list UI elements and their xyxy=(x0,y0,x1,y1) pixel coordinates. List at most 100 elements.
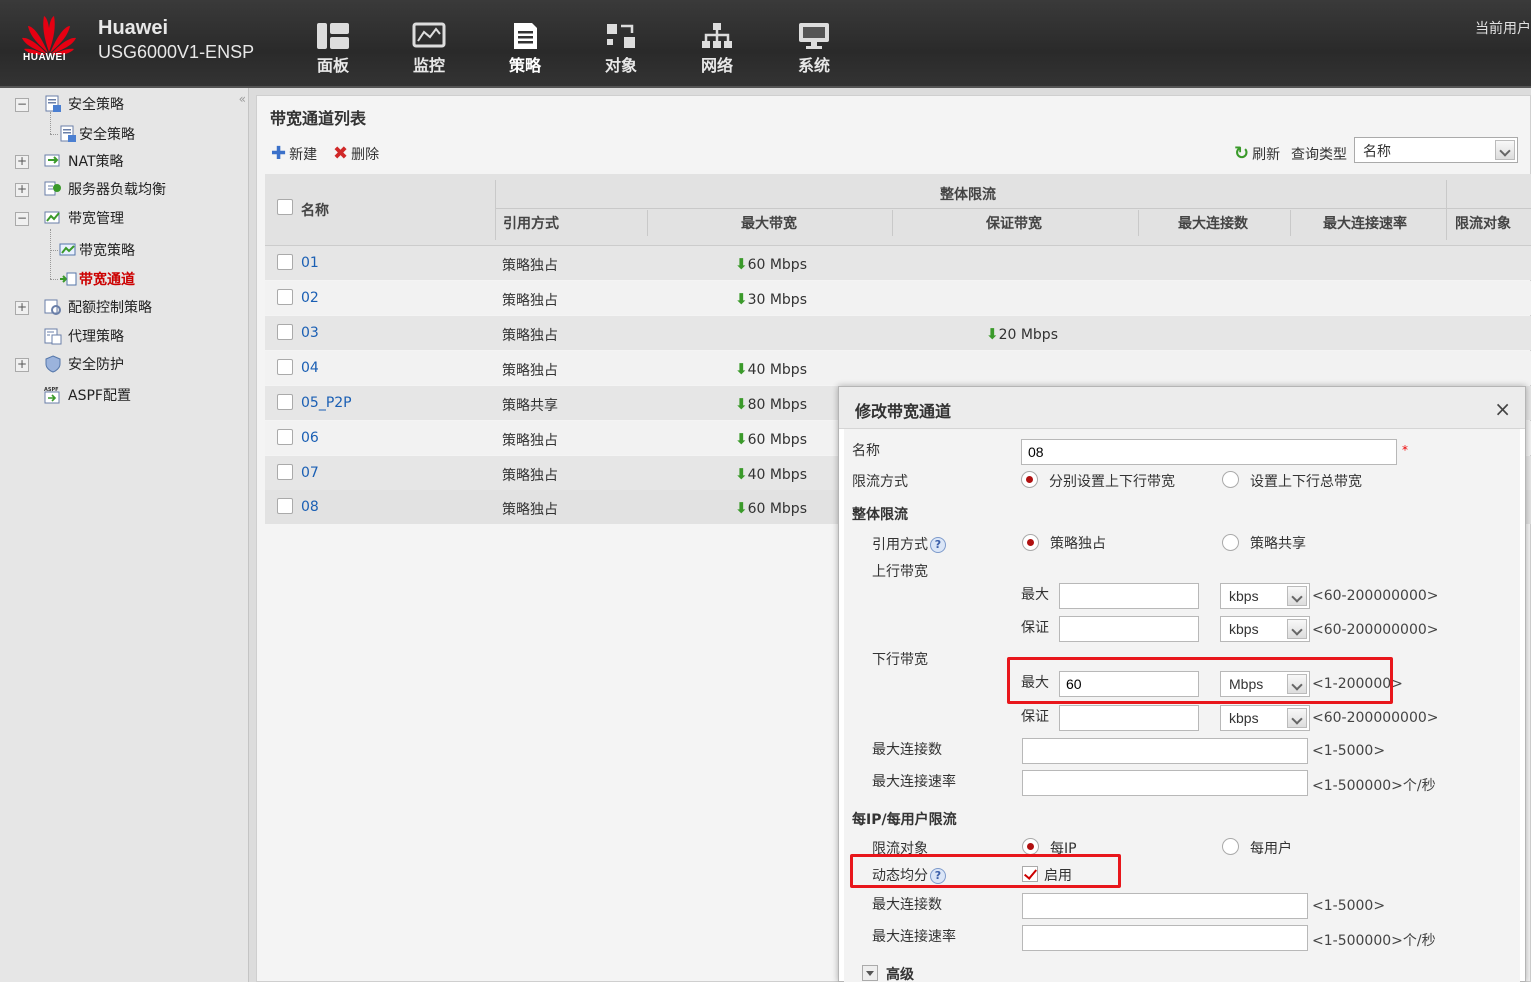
down-arrow-icon: ⬇ xyxy=(735,395,748,413)
nav-policy[interactable]: 策略 xyxy=(495,22,555,82)
table-row[interactable]: 02 策略独占 ⬇30 Mbps xyxy=(265,281,1531,315)
limit-mode-total-radio[interactable] xyxy=(1222,471,1239,488)
down-guar-label: 保证 xyxy=(1021,709,1049,725)
sidebar-item-bandwidth-channel[interactable]: 带宽通道 xyxy=(59,269,135,289)
channel-name-link[interactable]: 06 xyxy=(301,430,319,446)
channel-name-link[interactable]: 07 xyxy=(301,465,319,481)
sidebar-item-bandwidth-policy[interactable]: 带宽策略 xyxy=(59,240,135,260)
refresh-button[interactable]: ↻ 刷新 xyxy=(1234,144,1280,164)
select-all-checkbox[interactable] xyxy=(277,199,293,215)
limit-target-per-ip-radio[interactable] xyxy=(1022,838,1039,855)
nav-object[interactable]: 对象 xyxy=(591,22,651,82)
help-icon[interactable]: ? xyxy=(930,537,946,553)
advanced-toggle[interactable] xyxy=(862,965,878,981)
max-connections-input[interactable] xyxy=(1022,738,1308,764)
collapse-toggle[interactable]: − xyxy=(15,212,29,226)
nav-label: 网络 xyxy=(700,56,733,75)
row-checkbox[interactable] xyxy=(277,289,293,305)
object-icon xyxy=(607,24,635,48)
row-checkbox[interactable] xyxy=(277,429,293,445)
refresh-label: 刷新 xyxy=(1252,147,1281,163)
up-max-label: 最大 xyxy=(1021,587,1049,603)
col-limit-target[interactable]: 限流对象 xyxy=(1455,213,1511,233)
collapse-toggle[interactable]: − xyxy=(15,98,29,112)
down-guar-unit-select[interactable]: kbps xyxy=(1220,705,1310,731)
row-checkbox[interactable] xyxy=(277,394,293,410)
col-ref-mode[interactable]: 引用方式 xyxy=(503,213,559,233)
down-guar-input[interactable] xyxy=(1059,705,1199,731)
sidebar-item-bandwidth-management[interactable]: 带宽管理 xyxy=(44,208,124,228)
up-guar-input[interactable] xyxy=(1059,616,1199,642)
expand-toggle[interactable]: + xyxy=(15,358,29,372)
new-button[interactable]: ✚ 新建 xyxy=(271,144,317,164)
edit-bandwidth-channel-dialog: 修改带宽通道 × 名称 * 限流方式 分别设置上下行带宽 设置上下行总带宽 整体… xyxy=(838,386,1526,982)
col-name[interactable]: 名称 xyxy=(301,200,329,220)
close-icon[interactable]: × xyxy=(1494,397,1511,421)
sidebar-item-nat-policy[interactable]: NAT策略 xyxy=(44,151,124,171)
monitor-icon xyxy=(412,22,446,48)
limit-mode-label: 限流方式 xyxy=(852,474,908,490)
advanced-section-label[interactable]: 高级 xyxy=(886,964,914,982)
expand-toggle[interactable]: + xyxy=(15,183,29,197)
highlight-box-dynamic-share xyxy=(850,854,1121,888)
delete-button[interactable]: ✖ 删除 xyxy=(333,144,379,164)
up-max-input[interactable] xyxy=(1059,583,1199,609)
nav-system[interactable]: 系统 xyxy=(784,22,844,82)
bandwidth-channel-icon xyxy=(59,270,77,288)
sidebar-item-label: ASPF配置 xyxy=(68,388,131,404)
max-bandwidth-cell: ⬇80 Mbps xyxy=(735,395,807,413)
channel-name-link[interactable]: 04 xyxy=(301,360,319,376)
network-icon xyxy=(702,23,732,48)
col-guaranteed-bandwidth[interactable]: 保证带宽 xyxy=(986,213,1042,233)
per-max-connection-rate-input[interactable] xyxy=(1022,925,1308,951)
collapse-sidebar-button[interactable]: « xyxy=(239,92,246,106)
sidebar-item-aspf-config[interactable]: ASPF ASPF配置 xyxy=(44,385,131,405)
per-max-connections-input[interactable] xyxy=(1022,893,1308,919)
row-checkbox[interactable] xyxy=(277,359,293,375)
up-guar-label: 保证 xyxy=(1021,620,1049,636)
up-max-unit-select[interactable]: kbps xyxy=(1220,583,1310,609)
server-icon xyxy=(44,180,62,198)
query-type-select[interactable]: 名称 xyxy=(1354,137,1518,163)
table-row[interactable]: 03 策略独占 ⬇20 Mbps xyxy=(265,316,1531,350)
row-checkbox[interactable] xyxy=(277,498,293,514)
sidebar-item-proxy-policy[interactable]: 代理策略 xyxy=(44,326,124,346)
table-row[interactable]: 04 策略独占 ⬇40 Mbps xyxy=(265,351,1531,385)
nav-monitor[interactable]: 监控 xyxy=(399,22,459,82)
dialog-title: 修改带宽通道 xyxy=(855,402,952,421)
limit-mode-separate-radio[interactable] xyxy=(1021,471,1038,488)
ref-mode-shared-radio[interactable] xyxy=(1222,534,1239,551)
per-ip-limit-section: 每IP/每用户限流 xyxy=(852,812,957,828)
ref-mode-exclusive-radio[interactable] xyxy=(1022,534,1039,551)
down-arrow-icon: ⬇ xyxy=(735,360,748,378)
expand-toggle[interactable]: + xyxy=(15,155,29,169)
channel-name-link[interactable]: 05_P2P xyxy=(301,395,352,411)
sidebar-item-security-policy-group[interactable]: 安全策略 xyxy=(44,94,124,114)
nav-network[interactable]: 网络 xyxy=(687,22,747,82)
channel-name-link[interactable]: 03 xyxy=(301,325,319,341)
nav-label: 对象 xyxy=(604,56,637,75)
sidebar-item-server-load-balancing[interactable]: 服务器负载均衡 xyxy=(44,179,166,199)
row-checkbox[interactable] xyxy=(277,254,293,270)
up-guar-unit-select[interactable]: kbps xyxy=(1220,616,1310,642)
table-row[interactable]: 01 策略独占 ⬇60 Mbps xyxy=(265,246,1531,280)
down-arrow-icon: ⬇ xyxy=(735,290,748,308)
col-max-bandwidth[interactable]: 最大带宽 xyxy=(741,213,797,233)
name-input[interactable] xyxy=(1021,439,1397,465)
sidebar-item-security-policy[interactable]: 安全策略 xyxy=(59,124,135,144)
row-checkbox[interactable] xyxy=(277,464,293,480)
channel-name-link[interactable]: 01 xyxy=(301,255,319,271)
channel-name-link[interactable]: 08 xyxy=(301,499,319,515)
sidebar-item-security-protection[interactable]: 安全防护 xyxy=(44,354,124,374)
col-max-connection-rate[interactable]: 最大连接速率 xyxy=(1323,213,1407,233)
col-max-connections[interactable]: 最大连接数 xyxy=(1178,213,1248,233)
max-connection-rate-input[interactable] xyxy=(1022,770,1308,796)
ref-mode-cell: 策略独占 xyxy=(502,328,558,344)
channel-name-link[interactable]: 02 xyxy=(301,290,319,306)
row-checkbox[interactable] xyxy=(277,324,293,340)
expand-toggle[interactable]: + xyxy=(15,301,29,315)
sidebar-item-quota-control-policy[interactable]: 配额控制策略 xyxy=(44,297,152,317)
limit-target-per-user-radio[interactable] xyxy=(1222,838,1239,855)
sidebar-item-label: 安全防护 xyxy=(68,357,124,373)
nav-dashboard[interactable]: 面板 xyxy=(303,22,363,82)
